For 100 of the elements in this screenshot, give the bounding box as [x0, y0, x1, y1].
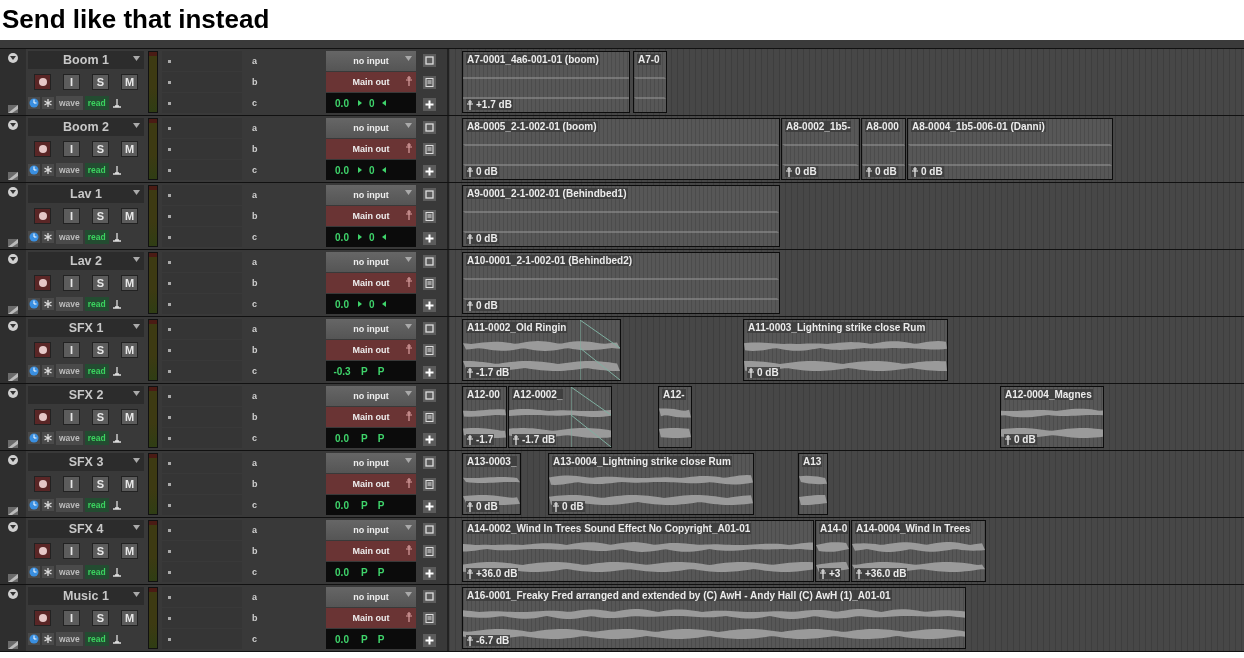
clip-gain-icon[interactable] — [856, 568, 862, 579]
mute-button[interactable]: M — [121, 274, 138, 291]
clip-gain-icon[interactable] — [467, 501, 473, 512]
audio-clip[interactable]: A14-0 +3 — [815, 520, 850, 582]
send-label[interactable]: a — [252, 56, 257, 66]
add-icon[interactable] — [422, 499, 436, 513]
output-selector[interactable]: Main out — [326, 139, 416, 159]
caret-icon[interactable] — [133, 324, 140, 329]
pan-readout[interactable]: 0 — [366, 164, 378, 176]
clip-gain-icon[interactable] — [912, 166, 918, 177]
input-selector[interactable]: no input — [326, 453, 416, 473]
record-button[interactable] — [34, 609, 51, 626]
pan-readout[interactable]: P — [374, 499, 388, 511]
timebase-icon[interactable] — [28, 298, 40, 310]
solo-button[interactable]: S — [92, 475, 109, 492]
track-name-field[interactable]: SFX 2 — [28, 386, 144, 404]
send-label[interactable]: a — [252, 123, 257, 133]
track-name-field[interactable]: Boom 2 — [28, 118, 144, 136]
tuning-fork-icon[interactable] — [110, 566, 123, 578]
tuning-fork-icon[interactable] — [110, 231, 123, 243]
timebase-icon[interactable] — [28, 633, 40, 645]
send-label[interactable]: a — [252, 525, 257, 535]
clip-gain-icon[interactable] — [866, 166, 872, 177]
window-icon[interactable] — [422, 187, 436, 201]
asterisk-icon[interactable] — [42, 633, 54, 645]
collapse-toggle-icon[interactable] — [8, 254, 18, 264]
automation-mode[interactable]: read — [84, 297, 109, 311]
audio-clip[interactable]: A7-0001_4a6-001-01 (boom) +1.7 dB — [462, 51, 630, 113]
collapse-toggle-icon[interactable] — [8, 187, 18, 197]
track-name-field[interactable]: SFX 3 — [28, 453, 144, 471]
comments-icon[interactable] — [422, 343, 436, 357]
solo-button[interactable]: S — [92, 341, 109, 358]
tuning-fork-icon[interactable] — [110, 365, 123, 377]
automation-mode[interactable]: read — [84, 163, 109, 177]
pan-readout[interactable]: P — [374, 633, 388, 645]
volume-readout[interactable]: -0.3 — [330, 365, 354, 377]
send-label[interactable]: a — [252, 257, 257, 267]
asterisk-icon[interactable] — [42, 231, 54, 243]
mute-button[interactable]: M — [121, 542, 138, 559]
track-name-field[interactable]: Boom 1 — [28, 51, 144, 69]
send-label[interactable]: c — [252, 500, 257, 510]
clip-gain-icon[interactable] — [467, 300, 473, 311]
comments-icon[interactable] — [422, 209, 436, 223]
tuning-fork-icon[interactable] — [110, 97, 123, 109]
comments-icon[interactable] — [422, 477, 436, 491]
send-label[interactable]: a — [252, 190, 257, 200]
window-icon[interactable] — [422, 53, 436, 67]
send-label[interactable]: a — [252, 458, 257, 468]
caret-icon[interactable] — [405, 123, 412, 128]
view-selector[interactable]: wave — [56, 364, 83, 378]
view-selector[interactable]: wave — [56, 498, 83, 512]
record-button[interactable] — [34, 475, 51, 492]
clip-gain-icon[interactable] — [467, 367, 473, 378]
send-label[interactable]: c — [252, 299, 257, 309]
send-label[interactable]: b — [252, 144, 258, 154]
record-button[interactable] — [34, 408, 51, 425]
send-label[interactable]: c — [252, 567, 257, 577]
volume-readout[interactable]: 0.0 — [330, 164, 354, 176]
timebase-icon[interactable] — [28, 499, 40, 511]
audio-clip[interactable]: A12-0002_ -1.7 dB — [508, 386, 612, 448]
comments-icon[interactable] — [422, 276, 436, 290]
solo-button[interactable]: S — [92, 207, 109, 224]
comments-icon[interactable] — [422, 142, 436, 156]
clip-gain-icon[interactable] — [820, 568, 826, 579]
audio-clip[interactable]: A14-0004_Wind In Trees +36.0 dB — [851, 520, 986, 582]
tuning-fork-icon[interactable] — [110, 432, 123, 444]
input-selector[interactable]: no input — [326, 118, 416, 138]
output-selector[interactable]: Main out — [326, 72, 416, 92]
send-label[interactable]: b — [252, 278, 258, 288]
audio-clip[interactable]: A13 — [798, 453, 828, 515]
input-selector[interactable]: no input — [326, 520, 416, 540]
output-selector[interactable]: Main out — [326, 407, 416, 427]
output-selector[interactable]: Main out — [326, 206, 416, 226]
input-selector[interactable]: no input — [326, 252, 416, 272]
pan-readout[interactable]: P — [358, 633, 371, 645]
solo-button[interactable]: S — [92, 542, 109, 559]
view-selector[interactable]: wave — [56, 565, 83, 579]
pan-readout[interactable]: P — [358, 432, 371, 444]
caret-icon[interactable] — [405, 391, 412, 396]
automation-mode[interactable]: read — [84, 632, 109, 646]
asterisk-icon[interactable] — [42, 97, 54, 109]
caret-icon[interactable] — [133, 257, 140, 262]
automation-mode[interactable]: read — [84, 96, 109, 110]
input-monitor-button[interactable]: I — [63, 341, 80, 358]
send-label[interactable]: b — [252, 546, 258, 556]
timebase-icon[interactable] — [28, 566, 40, 578]
comments-icon[interactable] — [422, 544, 436, 558]
send-label[interactable]: a — [252, 391, 257, 401]
view-selector[interactable]: wave — [56, 297, 83, 311]
track-name-field[interactable]: Lav 1 — [28, 185, 144, 203]
audio-clip[interactable]: A7-0 — [633, 51, 667, 113]
audio-clip[interactable]: A10-0001_2-1-002-01 (Behindbed2) 0 dB — [462, 252, 780, 314]
view-selector[interactable]: wave — [56, 163, 83, 177]
clip-gain-icon[interactable] — [553, 501, 559, 512]
send-label[interactable]: c — [252, 433, 257, 443]
mute-button[interactable]: M — [121, 207, 138, 224]
tuning-fork-icon[interactable] — [110, 499, 123, 511]
track-name-field[interactable]: Lav 2 — [28, 252, 144, 270]
asterisk-icon[interactable] — [42, 365, 54, 377]
input-monitor-button[interactable]: I — [63, 73, 80, 90]
